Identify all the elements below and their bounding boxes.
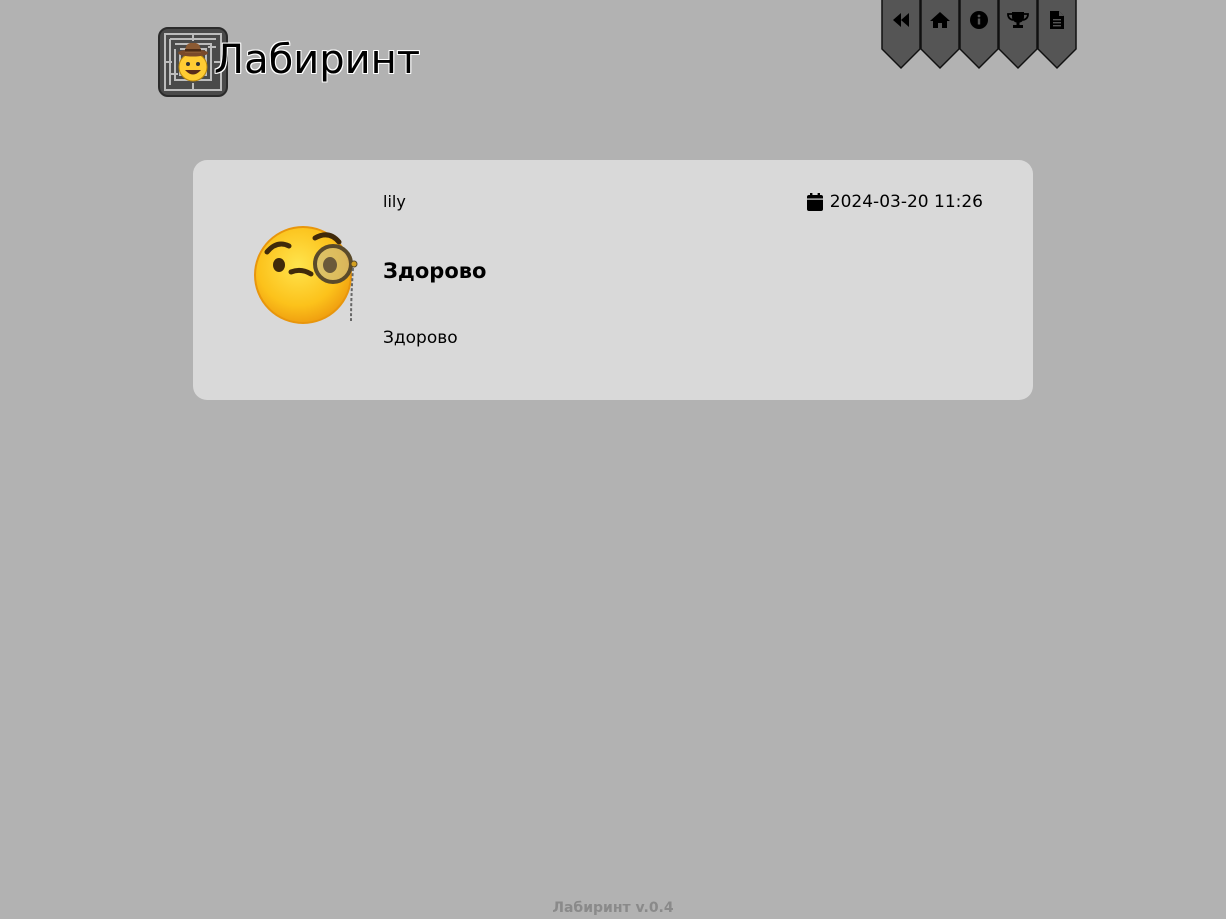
message-body: Здорово — [383, 328, 458, 348]
nav-back-button[interactable] — [881, 0, 921, 70]
info-icon — [959, 9, 998, 31]
nav-home-button[interactable] — [920, 0, 960, 70]
face-with-monocle-emoji-icon — [253, 222, 363, 332]
message-date: 2024-03-20 11:26 — [806, 191, 983, 213]
rewind-icon — [881, 9, 920, 31]
footer-version: Лабиринт v.0.4 — [552, 900, 674, 916]
calendar-icon — [806, 193, 823, 211]
home-icon — [920, 9, 959, 31]
nav-trophy-button[interactable] — [998, 0, 1038, 70]
site-title: Лабиринт — [214, 37, 421, 83]
document-icon — [1037, 9, 1076, 31]
nav-info-button[interactable] — [959, 0, 999, 70]
trophy-icon — [998, 9, 1037, 31]
message-subject: Здорово — [383, 259, 487, 283]
message-card: lily 2024-03-20 11:26 Здорово Здорово — [193, 160, 1033, 400]
top-navigation — [881, 0, 1077, 70]
nav-document-button[interactable] — [1037, 0, 1077, 70]
message-author[interactable]: lily — [383, 191, 406, 213]
message-date-text: 2024-03-20 11:26 — [829, 192, 983, 212]
